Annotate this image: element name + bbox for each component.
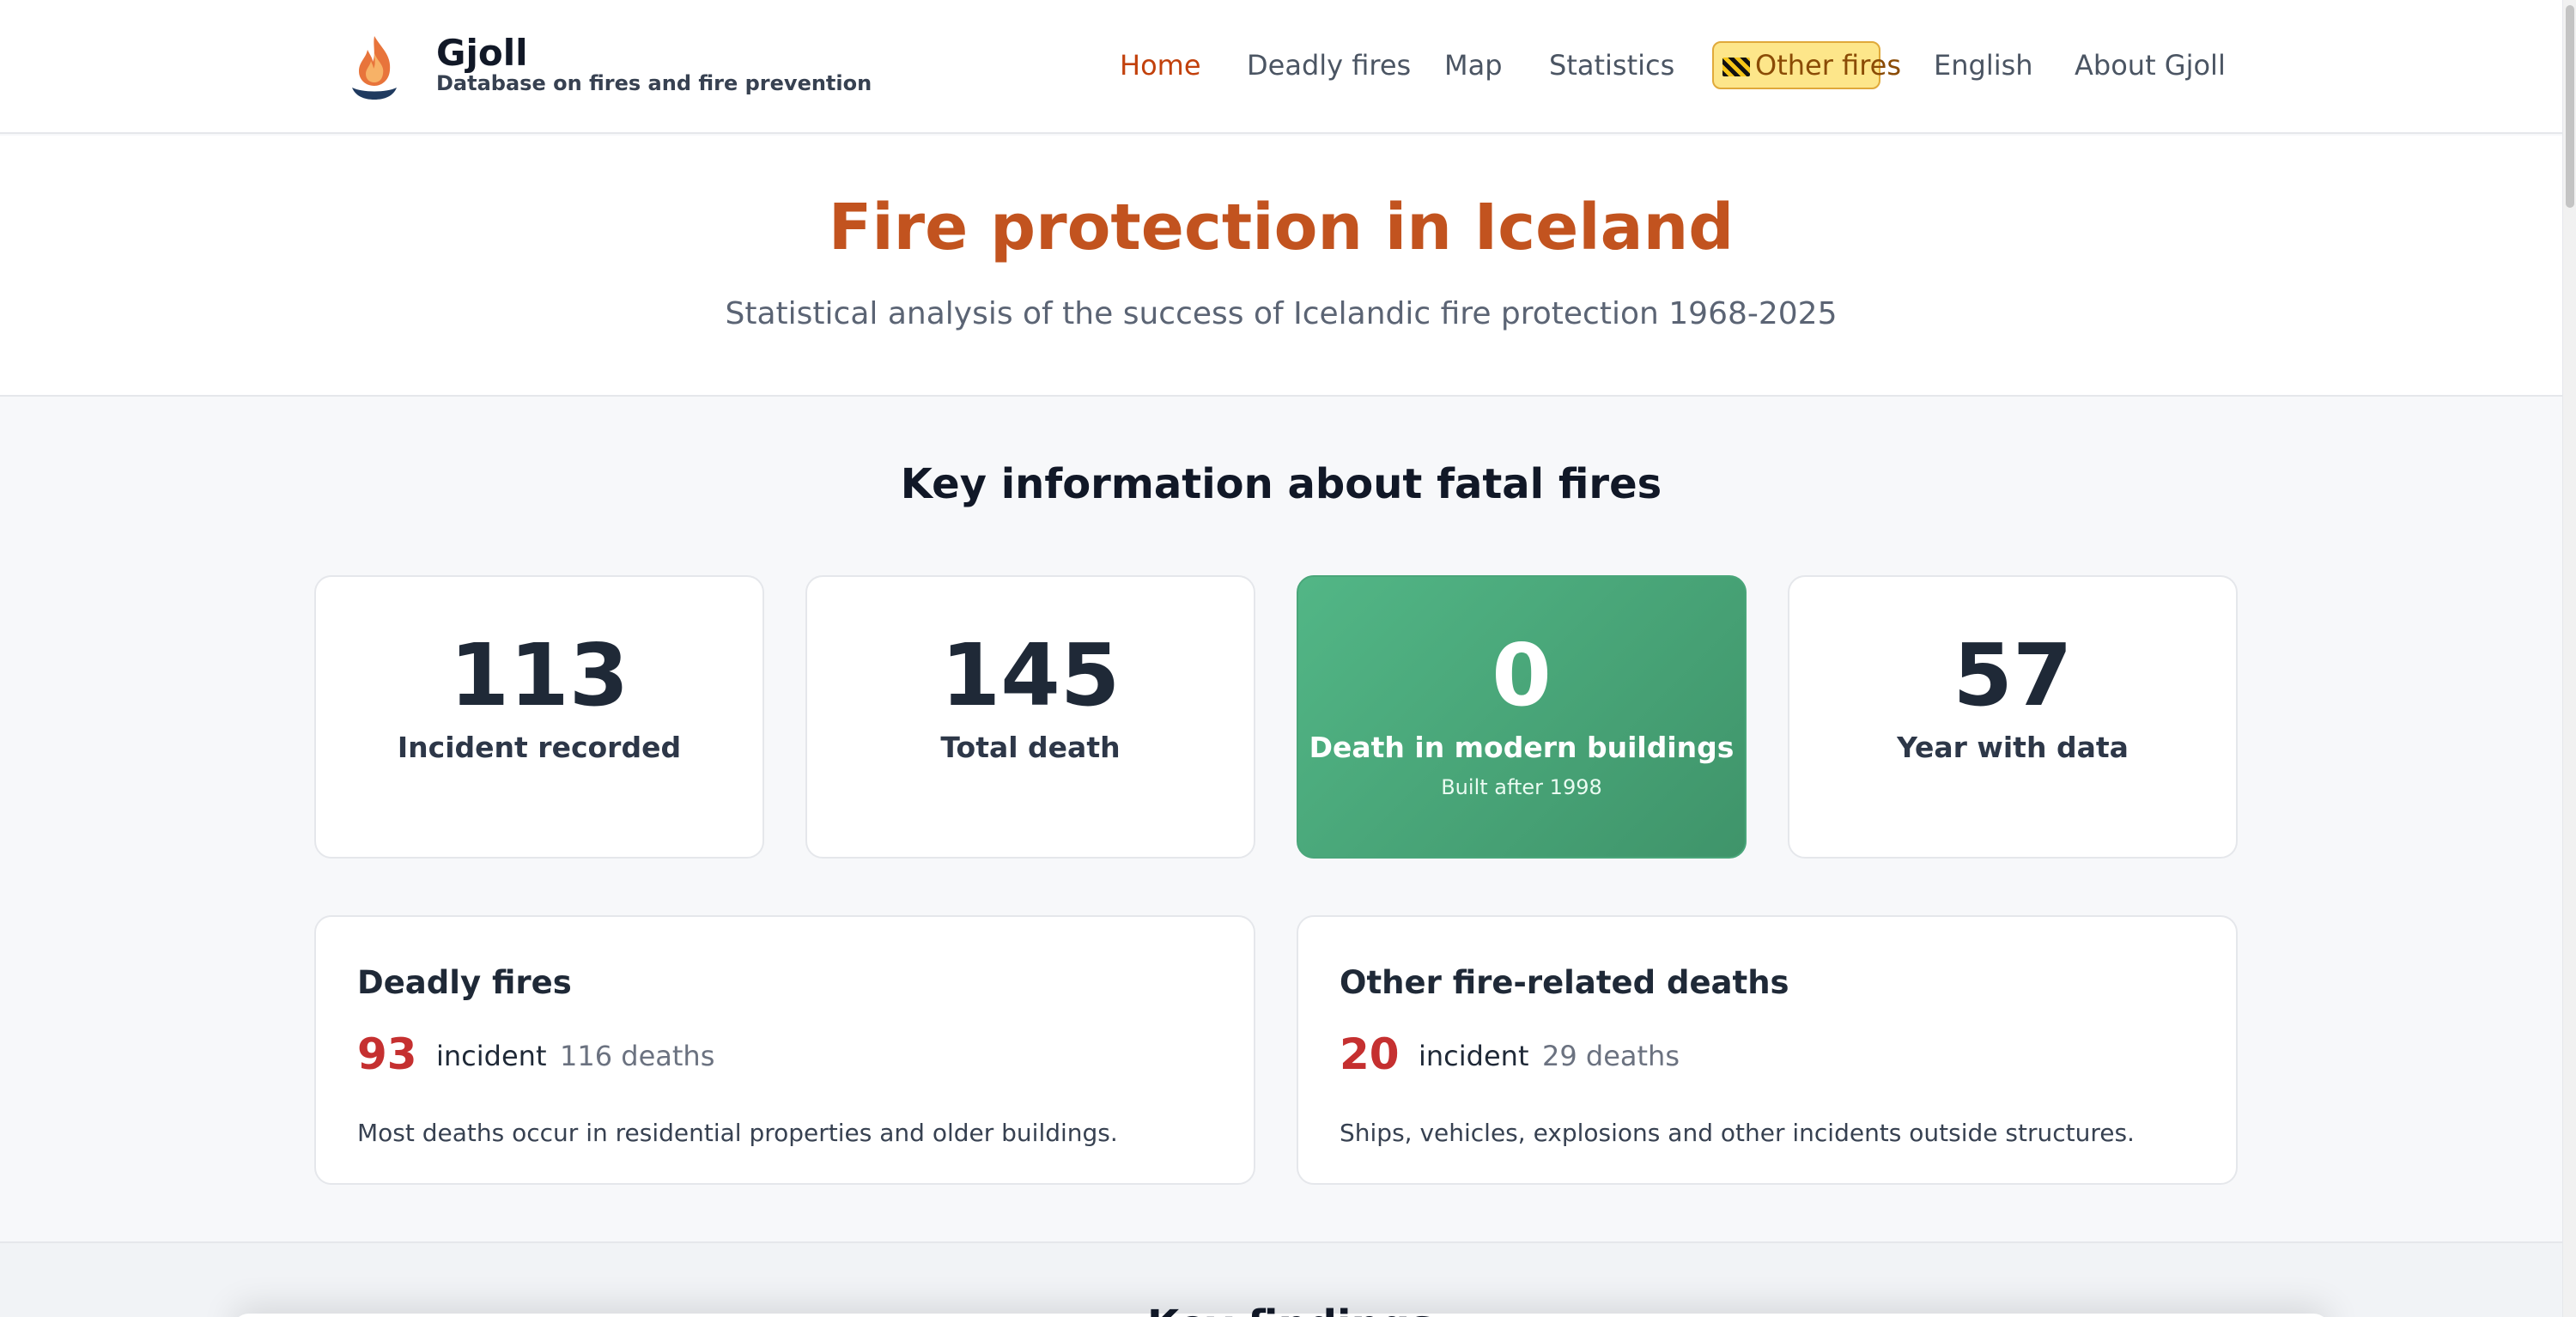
card-unit: incident bbox=[436, 1040, 547, 1072]
brand-name[interactable]: Gjoll bbox=[436, 33, 528, 74]
page-title: Fire protection in Iceland bbox=[828, 191, 1735, 264]
stat-card-incidents: 113 Incident recorded bbox=[314, 575, 764, 859]
nav-deadly-fires[interactable]: Deadly fires bbox=[1247, 41, 1411, 89]
nav-about[interactable]: About Gjoll bbox=[2075, 41, 2226, 89]
scrollbar-thumb[interactable] bbox=[2566, 5, 2574, 208]
stat-label: Total death bbox=[940, 731, 1121, 764]
card-unit: incident bbox=[1419, 1040, 1529, 1072]
card-description: Most deaths occur in residential propert… bbox=[357, 1119, 1118, 1147]
card-title: Deadly fires bbox=[357, 964, 572, 1001]
page-subtitle: Statistical analysis of the success of I… bbox=[725, 296, 1838, 331]
stat-card-total-deaths: 145 Total death bbox=[805, 575, 1255, 859]
stat-value: 113 bbox=[449, 625, 629, 725]
nav-other-fires[interactable]: Other fires bbox=[1712, 41, 1901, 89]
card-deaths: 116 deaths bbox=[560, 1040, 715, 1072]
card-count: 93 bbox=[357, 1029, 417, 1079]
stat-card-modern-buildings: 0 Death in modern buildings Built after … bbox=[1297, 575, 1747, 859]
card-count: 20 bbox=[1340, 1029, 1400, 1079]
stat-label: Year with data bbox=[1897, 731, 2129, 764]
key-findings-title: Key findings bbox=[1147, 1300, 1435, 1317]
hero-section: Fire protection in Iceland Statistical a… bbox=[0, 136, 2562, 397]
stat-note: Built after 1998 bbox=[1441, 775, 1602, 799]
card-title: Other fire-related deaths bbox=[1340, 964, 1789, 1001]
nav-map[interactable]: Map bbox=[1444, 41, 1503, 89]
other-deaths-card: Other fire-related deaths 20 incident 29… bbox=[1297, 915, 2238, 1185]
nav-home[interactable]: Home bbox=[1120, 41, 1201, 89]
stat-card-years: 57 Year with data bbox=[1788, 575, 2238, 859]
stat-label: Death in modern buildings bbox=[1309, 731, 1735, 764]
deadly-fires-card: Deadly fires 93 incident 116 deaths Most… bbox=[314, 915, 1255, 1185]
construction-barrier-icon bbox=[1722, 58, 1750, 76]
stat-label: Incident recorded bbox=[397, 731, 682, 764]
site-header: Gjoll Database on fires and fire prevent… bbox=[0, 0, 2562, 134]
card-description: Ships, vehicles, explosions and other in… bbox=[1340, 1119, 2135, 1147]
brand-tagline: Database on fires and fire prevention bbox=[436, 71, 872, 95]
key-info-title: Key information about fatal fires bbox=[900, 460, 1662, 508]
flame-logo-icon[interactable] bbox=[347, 33, 402, 101]
stat-value: 145 bbox=[940, 625, 1121, 725]
nav-statistics[interactable]: Statistics bbox=[1549, 41, 1674, 89]
stat-value: 57 bbox=[1953, 625, 2073, 725]
nav-language[interactable]: English bbox=[1934, 41, 2033, 89]
card-deaths: 29 deaths bbox=[1542, 1040, 1680, 1072]
stat-value: 0 bbox=[1492, 625, 1552, 725]
nav-other-fires-label: Other fires bbox=[1755, 49, 1901, 82]
